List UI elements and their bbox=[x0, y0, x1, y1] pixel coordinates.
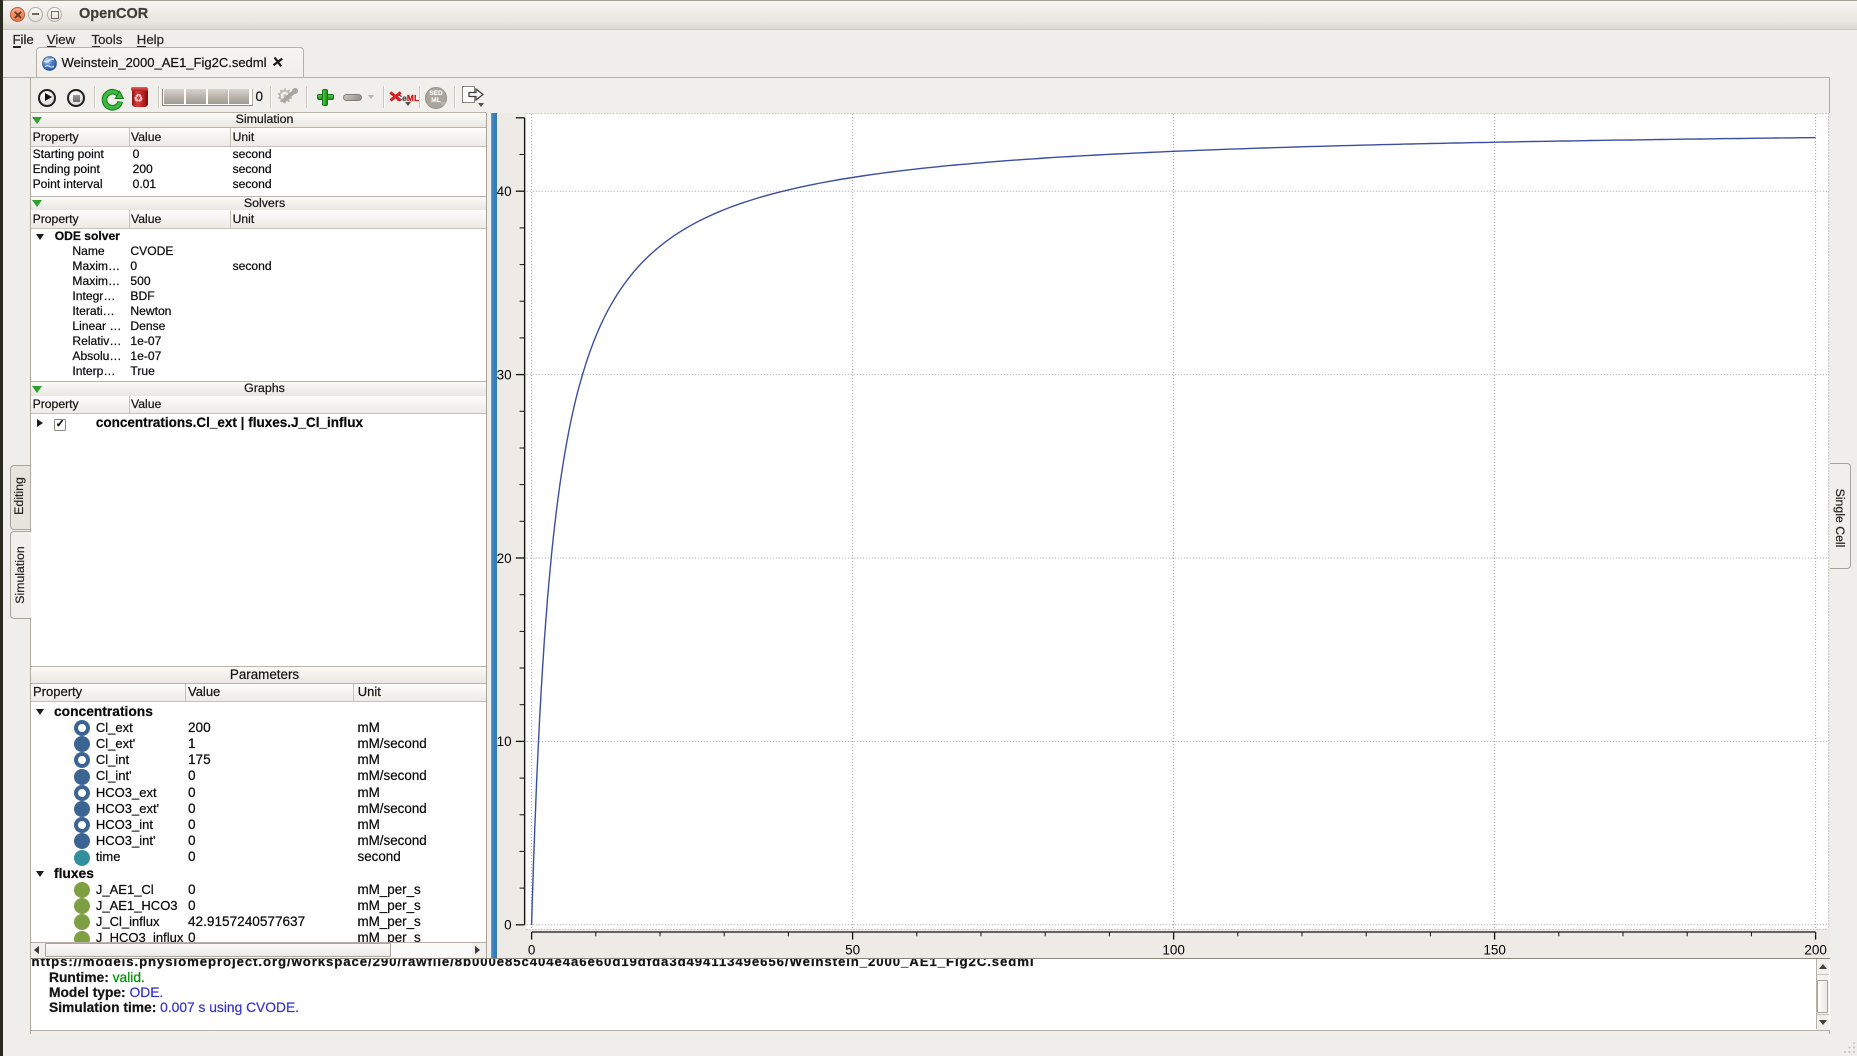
svg-text:150: 150 bbox=[1483, 942, 1506, 957]
svg-text:30: 30 bbox=[497, 367, 512, 382]
svg-text:0: 0 bbox=[504, 917, 512, 932]
svg-text:200: 200 bbox=[1804, 942, 1827, 957]
svg-text:50: 50 bbox=[845, 942, 860, 957]
svg-text:10: 10 bbox=[497, 734, 512, 749]
svg-text:0: 0 bbox=[528, 942, 536, 957]
svg-text:40: 40 bbox=[497, 184, 512, 199]
svg-text:100: 100 bbox=[1162, 942, 1185, 957]
svg-text:20: 20 bbox=[497, 550, 512, 565]
